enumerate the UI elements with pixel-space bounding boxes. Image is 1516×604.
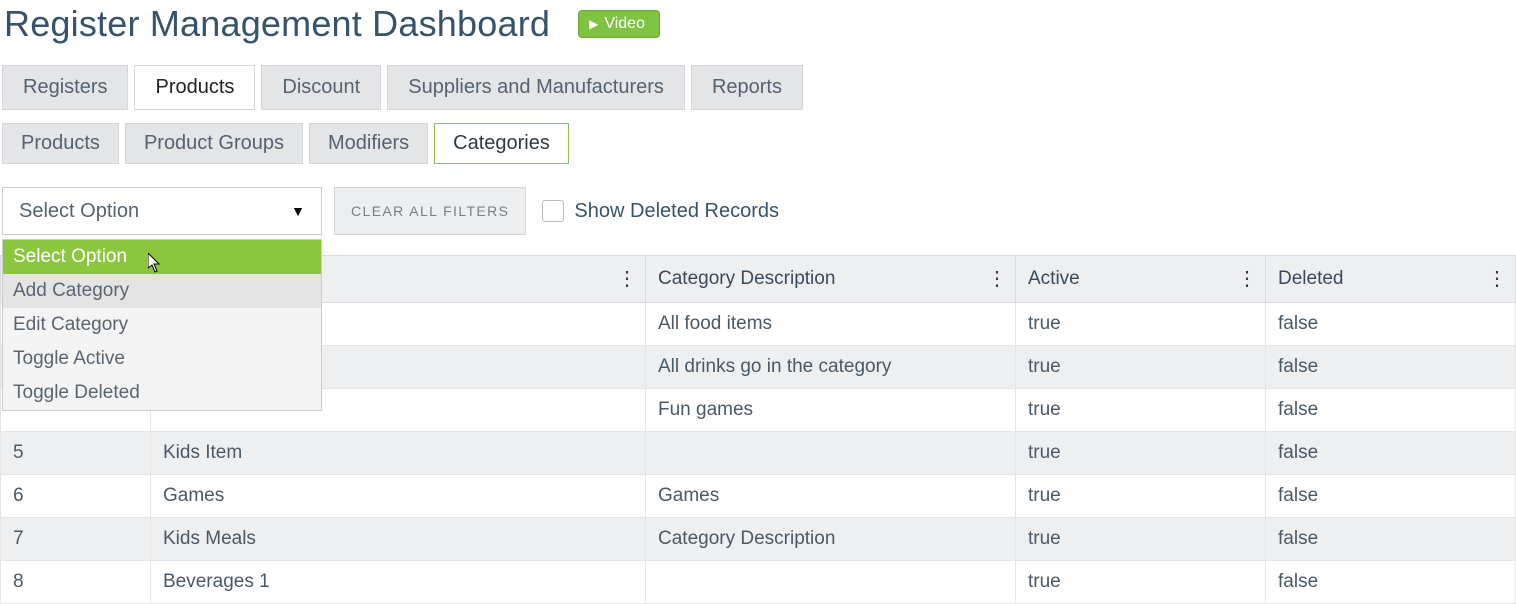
cell-desc bbox=[646, 561, 1016, 604]
tabs-primary: Registers Products Discount Suppliers an… bbox=[0, 65, 1516, 111]
kebab-icon[interactable]: ⋮ bbox=[987, 274, 1005, 284]
cell-desc: Fun games bbox=[646, 389, 1016, 432]
cell-desc: All food items bbox=[646, 303, 1016, 346]
cell-id: 7 bbox=[1, 518, 151, 561]
cell-active: true bbox=[1016, 432, 1266, 475]
caret-down-icon: ▼ bbox=[291, 203, 305, 219]
dropdown-option-add-category[interactable]: Add Category bbox=[3, 274, 321, 308]
action-select[interactable]: Select Option ▼ bbox=[2, 187, 322, 235]
cell-desc bbox=[646, 432, 1016, 475]
cell-active: true bbox=[1016, 303, 1266, 346]
action-dropdown: Select Option Add Category Edit Category… bbox=[2, 239, 322, 411]
show-deleted-toggle[interactable]: Show Deleted Records bbox=[542, 200, 779, 223]
cell-name: Games bbox=[151, 475, 646, 518]
dropdown-option-toggle-deleted[interactable]: Toggle Deleted bbox=[3, 376, 321, 410]
subtab-categories[interactable]: Categories bbox=[434, 123, 569, 164]
cell-deleted: false bbox=[1266, 432, 1516, 475]
col-description-header[interactable]: Category Description ⋮ bbox=[646, 256, 1016, 303]
col-description-label: Category Description bbox=[658, 268, 835, 289]
cell-desc: All drinks go in the category bbox=[646, 346, 1016, 389]
toolbar: Select Option ▼ Select Option Add Catego… bbox=[0, 165, 1516, 245]
col-deleted-label: Deleted bbox=[1278, 268, 1344, 289]
cell-deleted: false bbox=[1266, 561, 1516, 604]
cell-name: Beverages 1 bbox=[151, 561, 646, 604]
col-active-label: Active bbox=[1028, 268, 1080, 289]
show-deleted-checkbox[interactable] bbox=[542, 200, 564, 222]
play-icon: ▶ bbox=[589, 17, 598, 31]
col-active-header[interactable]: Active ⋮ bbox=[1016, 256, 1266, 303]
cell-deleted: false bbox=[1266, 346, 1516, 389]
subtab-modifiers[interactable]: Modifiers bbox=[309, 123, 428, 164]
cell-deleted: false bbox=[1266, 518, 1516, 561]
tab-suppliers-manufacturers[interactable]: Suppliers and Manufacturers bbox=[387, 65, 685, 110]
cell-name: Kids Meals bbox=[151, 518, 646, 561]
table-row[interactable]: 8Beverages 1 truefalse bbox=[1, 561, 1516, 604]
cell-id: 6 bbox=[1, 475, 151, 518]
cell-deleted: false bbox=[1266, 389, 1516, 432]
tabs-secondary: Products Product Groups Modifiers Catego… bbox=[0, 123, 1516, 165]
cell-name: Kids Item bbox=[151, 432, 646, 475]
cell-active: true bbox=[1016, 389, 1266, 432]
tab-reports[interactable]: Reports bbox=[691, 65, 803, 110]
video-button-label: Video bbox=[604, 15, 645, 33]
cell-active: true bbox=[1016, 475, 1266, 518]
kebab-icon[interactable]: ⋮ bbox=[617, 274, 635, 284]
page-title: Register Management Dashboard bbox=[4, 2, 550, 45]
video-button[interactable]: ▶ Video bbox=[578, 10, 660, 38]
cell-desc: Category Description bbox=[646, 518, 1016, 561]
cell-desc: Games bbox=[646, 475, 1016, 518]
dropdown-option-edit-category[interactable]: Edit Category bbox=[3, 308, 321, 342]
cell-active: true bbox=[1016, 346, 1266, 389]
dropdown-option-select-option[interactable]: Select Option bbox=[3, 240, 321, 274]
kebab-icon[interactable]: ⋮ bbox=[1237, 274, 1255, 284]
cell-deleted: false bbox=[1266, 303, 1516, 346]
cell-active: true bbox=[1016, 518, 1266, 561]
show-deleted-label: Show Deleted Records bbox=[574, 200, 779, 223]
table-row[interactable]: 6GamesGamestruefalse bbox=[1, 475, 1516, 518]
cell-id: 5 bbox=[1, 432, 151, 475]
cell-id: 8 bbox=[1, 561, 151, 604]
kebab-icon[interactable]: ⋮ bbox=[1487, 274, 1505, 284]
subtab-product-groups[interactable]: Product Groups bbox=[125, 123, 303, 164]
dropdown-option-toggle-active[interactable]: Toggle Active bbox=[3, 342, 321, 376]
clear-filters-button[interactable]: CLEAR ALL FILTERS bbox=[334, 187, 526, 235]
table-row[interactable]: 7Kids MealsCategory Descriptiontruefalse bbox=[1, 518, 1516, 561]
tab-discount[interactable]: Discount bbox=[261, 65, 381, 110]
tab-registers[interactable]: Registers bbox=[2, 65, 128, 110]
subtab-products[interactable]: Products bbox=[2, 123, 119, 164]
table-row[interactable]: 5Kids Item truefalse bbox=[1, 432, 1516, 475]
tab-products[interactable]: Products bbox=[134, 65, 255, 110]
cell-active: true bbox=[1016, 561, 1266, 604]
action-select-label: Select Option bbox=[19, 200, 139, 223]
cell-deleted: false bbox=[1266, 475, 1516, 518]
col-deleted-header[interactable]: Deleted ⋮ bbox=[1266, 256, 1516, 303]
